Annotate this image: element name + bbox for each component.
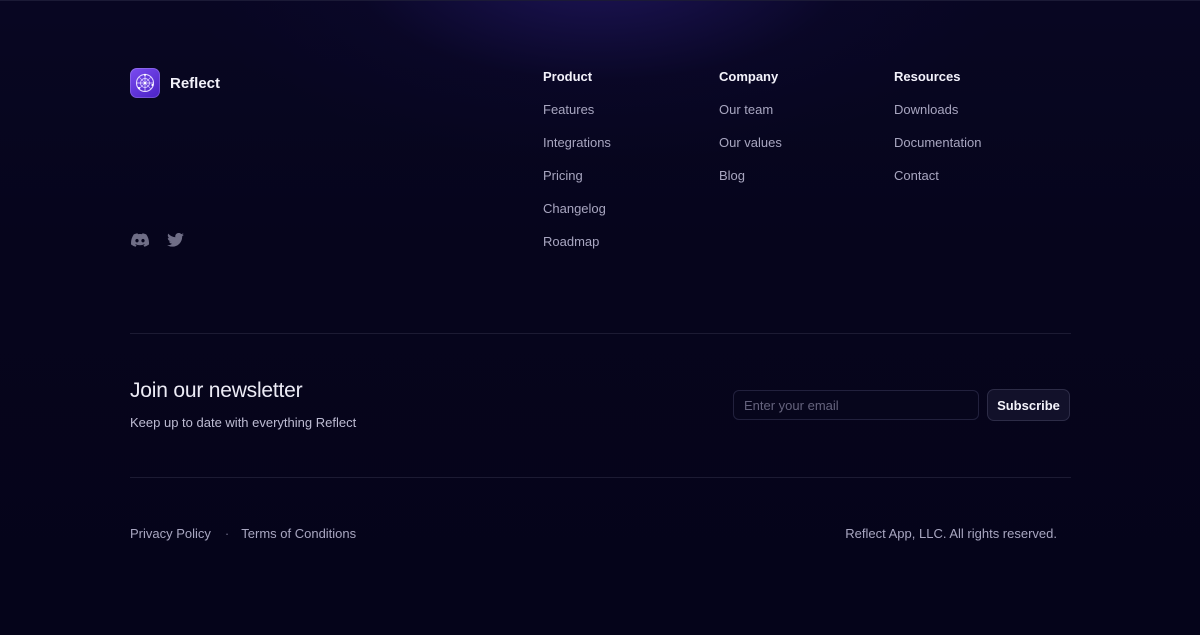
newsletter-title: Join our newsletter [130,379,303,402]
legal-links: Privacy Policy · Terms of Conditions [130,526,356,541]
privacy-policy-link[interactable]: Privacy Policy [130,526,211,541]
footer-column-product: Product Features Integrations Pricing Ch… [543,70,611,249]
link-changelog[interactable]: Changelog [543,202,611,216]
column-heading-product: Product [543,69,593,84]
link-our-values[interactable]: Our values [719,136,782,150]
link-our-team[interactable]: Our team [719,103,782,117]
email-input[interactable] [733,390,979,420]
footer-page: Reflect Product Features Integrations Pr… [0,0,1200,635]
terms-link[interactable]: Terms of Conditions [241,526,356,541]
column-heading-company: Company [719,69,779,84]
discord-icon[interactable] [131,233,150,249]
social-links [131,232,185,249]
newsletter-subtitle: Keep up to date with everything Reflect [130,415,357,430]
link-downloads[interactable]: Downloads [894,103,981,117]
link-pricing[interactable]: Pricing [543,169,611,183]
copyright-text: Reflect App, LLC. All rights reserved. [845,526,1057,541]
brand-name: Reflect [170,74,221,92]
link-integrations[interactable]: Integrations [543,136,611,150]
brand[interactable]: Reflect [130,68,220,98]
link-documentation[interactable]: Documentation [894,136,981,150]
divider-bottom [130,477,1071,478]
legal-separator: · [224,526,230,541]
footer-column-company: Company Our team Our values Blog [719,70,782,183]
link-contact[interactable]: Contact [894,169,981,183]
footer-column-resources: Resources Downloads Documentation Contac… [894,70,981,183]
link-features[interactable]: Features [543,103,611,117]
link-roadmap[interactable]: Roadmap [543,235,611,249]
link-blog[interactable]: Blog [719,169,782,183]
subscribe-button[interactable]: Subscribe [987,389,1070,421]
reflect-logo-icon [130,68,160,98]
column-heading-resources: Resources [894,69,961,84]
twitter-icon[interactable] [167,232,185,249]
divider-top [130,333,1071,334]
